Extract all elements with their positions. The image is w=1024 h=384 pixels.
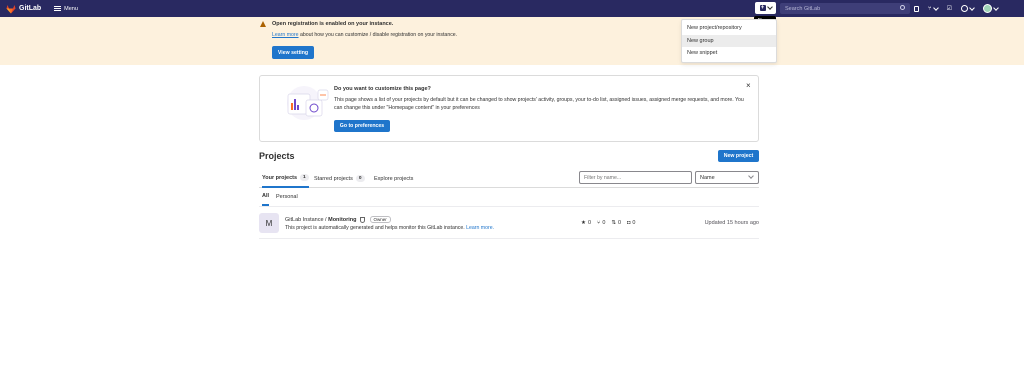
banner-text: Learn more about how you can customize /… — [272, 32, 457, 38]
updated-timestamp: Updated 15 hours ago — [704, 220, 759, 226]
subtab-all[interactable]: All — [262, 188, 270, 206]
sort-value: Name — [700, 174, 715, 181]
issues-stat[interactable]: ◘ 0 — [627, 220, 635, 226]
star-icon: ★ — [581, 220, 586, 226]
subtab-personal[interactable]: Personal — [276, 188, 298, 206]
count-badge: 0 — [355, 175, 365, 182]
tab-label: Explore projects — [374, 175, 414, 182]
todo-check-icon: ☑ — [946, 6, 952, 12]
hamburger-icon — [54, 6, 62, 11]
new-project-menu-item[interactable]: New project/repository — [682, 22, 776, 35]
close-icon[interactable]: × — [746, 82, 751, 90]
user-menu-button[interactable] — [983, 4, 999, 13]
project-namespace: GitLab Instance / — [285, 216, 329, 223]
issues-count: 0 — [632, 220, 636, 226]
todos-nav-button[interactable]: ☑ — [947, 5, 952, 12]
project-name: Monitoring — [328, 216, 357, 223]
tab-label: Starred projects — [314, 175, 353, 182]
search-icon — [900, 5, 905, 10]
plus-square-icon: + — [759, 5, 766, 11]
gitlab-logo[interactable]: GitLab — [6, 4, 41, 14]
merge-request-icon: ⑂ — [928, 5, 932, 12]
registration-banner: Open registration is enabled on your ins… — [0, 17, 1024, 65]
project-description: This project is automatically generated … — [285, 225, 494, 231]
customize-illustration — [287, 86, 329, 120]
chevron-down-icon — [969, 4, 975, 11]
sort-select[interactable]: Name — [695, 171, 759, 184]
projects-tabs: Your projects 1 Starred projects 0 Explo… — [259, 169, 759, 188]
new-group-menu-item[interactable]: New group — [682, 34, 776, 47]
filter-by-name-input[interactable] — [579, 171, 692, 184]
fork-icon: ⑂ — [597, 220, 601, 226]
top-navbar: GitLab Menu + Search GitLab ⑂ ☑ — [0, 0, 1024, 17]
project-row[interactable]: M GitLab Instance / Monitoring Owner Thi… — [259, 206, 759, 239]
new-project-button[interactable]: New project — [718, 150, 759, 162]
tab-explore-projects[interactable]: Explore projects — [374, 169, 413, 188]
menu-label: Menu — [64, 5, 78, 12]
role-badge: Owner — [369, 216, 391, 223]
search-input[interactable]: Search GitLab — [780, 3, 910, 14]
gitlab-tanuki-icon — [6, 4, 16, 13]
new-dropdown-button[interactable]: + — [755, 2, 776, 14]
issues-nav-button[interactable] — [914, 5, 919, 12]
chevron-down-icon — [748, 173, 754, 179]
stars-count: 0 — [587, 220, 591, 226]
project-description-text: This project is automatically generated … — [285, 225, 467, 231]
issues-icon — [914, 5, 919, 12]
project-stats: ★ 0 ⑂ 0 ⇅ 0 ◘ 0 — [581, 220, 635, 226]
merge-requests-count: 0 — [617, 220, 622, 226]
new-snippet-menu-item[interactable]: New snippet — [682, 47, 776, 60]
project-avatar[interactable]: M — [259, 213, 279, 233]
navbar-icons: ⑂ ☑ — [914, 3, 999, 14]
tab-your-projects[interactable]: Your projects 1 — [262, 169, 309, 188]
chevron-down-icon — [766, 4, 773, 10]
merge-requests-stat[interactable]: ⇅ 0 — [611, 220, 621, 226]
menu-button[interactable]: Menu — [54, 6, 78, 12]
card-title: Do you want to customize this page? — [334, 86, 431, 92]
shield-icon — [359, 216, 365, 223]
card-text: This page shows a list of your projects … — [334, 97, 744, 111]
avatar — [983, 4, 992, 13]
learn-more-link[interactable]: Learn more. — [466, 225, 494, 231]
stars-stat[interactable]: ★ 0 — [581, 220, 591, 226]
page-title: Projects — [259, 151, 295, 161]
count-badge: 1 — [300, 174, 309, 181]
tab-label: Your projects — [262, 174, 298, 181]
learn-more-link[interactable]: Learn more — [272, 32, 299, 38]
issues-icon: ◘ — [627, 220, 631, 226]
customize-homepage-card: Do you want to customize this page? This… — [259, 75, 759, 142]
banner-text-rest: about how you can customize / disable re… — [298, 32, 458, 38]
gitlab-logo-text: GitLab — [19, 5, 42, 12]
search-placeholder: Search GitLab — [785, 5, 821, 12]
chevron-down-icon — [932, 4, 939, 11]
go-to-preferences-button[interactable]: Go to preferences — [334, 120, 390, 132]
project-name-link[interactable]: GitLab Instance / Monitoring Owner — [285, 216, 391, 223]
forks-stat[interactable]: ⑂ 0 — [597, 220, 605, 226]
merge-request-icon: ⇅ — [611, 220, 616, 226]
tab-starred-projects[interactable]: Starred projects 0 — [314, 169, 365, 188]
help-nav-button[interactable] — [961, 4, 975, 12]
banner-title: Open registration is enabled on your ins… — [272, 21, 394, 27]
merge-requests-nav-button[interactable]: ⑂ — [928, 4, 939, 12]
new-dropdown-menu: New project/repository New group New sni… — [681, 19, 777, 63]
chevron-down-icon — [993, 4, 999, 11]
warning-icon — [260, 21, 266, 27]
view-setting-button[interactable]: View setting — [272, 46, 314, 59]
help-icon — [961, 5, 968, 12]
forks-count: 0 — [602, 220, 606, 226]
